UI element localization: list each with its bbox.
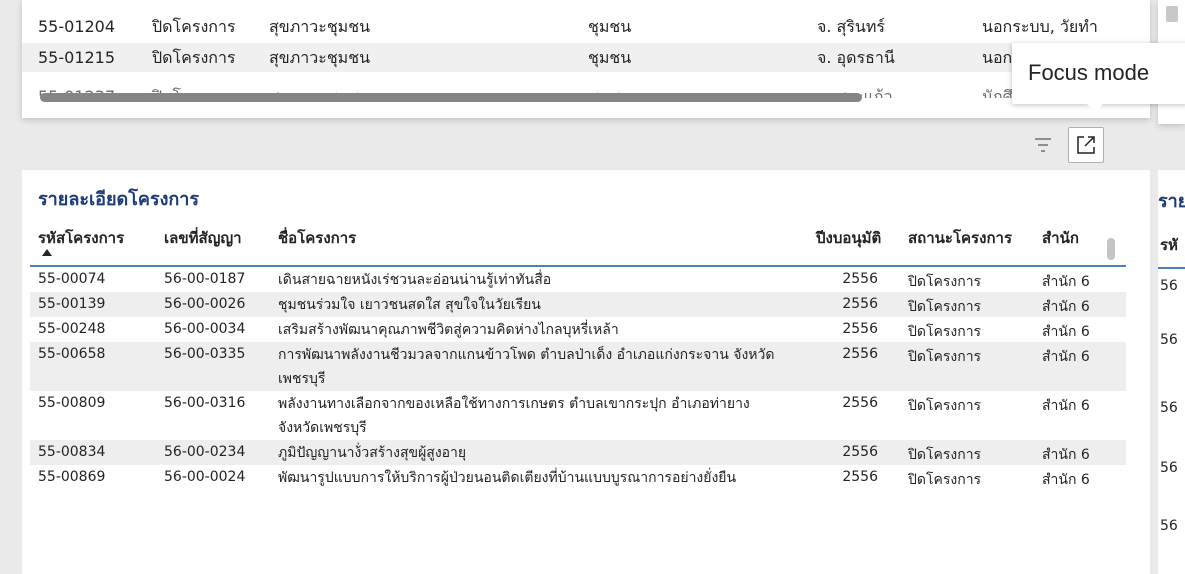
project-code-cell: 55-01215	[38, 48, 116, 67]
project-details-visual: รายละเอียดโครงการ รหัสโครงการ เลขที่สัญญ…	[22, 170, 1150, 574]
column-header-code[interactable]: รหัสโครงการ	[38, 226, 124, 250]
province-cell: จ. สุรินทร์	[817, 17, 885, 36]
tooltip-arrow	[1086, 103, 1104, 112]
project-name-cell: การพัฒนาพลังงานชีวมวลจากแกนข้าวโพด ตำบลป…	[278, 347, 775, 387]
year-cell: 2556	[842, 444, 878, 460]
table-row[interactable]: 55-00809 56-00-0316 พลังงานทางเลือกจากขอ…	[30, 391, 1126, 440]
project-code-cell: 55-00809	[38, 395, 106, 411]
project-name-cell: พลังงานทางเลือกจากของเหลือใช้ทางการเกษตร…	[278, 396, 750, 436]
year-cell: 2556	[842, 321, 878, 337]
column-header-code[interactable]: รหั	[1160, 233, 1178, 257]
contract-cell: 56-00-0187	[164, 271, 246, 287]
focus-mode-tooltip: Focus mode	[1012, 43, 1185, 104]
project-name-cell: ภูมิปัญญานาง้่วสร้างสุขผู้สูงอายุ	[278, 445, 467, 461]
project-name-cell: ชุมชนร่วมใจ เยาวชนสดใส สุขใจในวัยเรียน	[278, 297, 541, 313]
type-cell: นอกระบบ, วัยทำ	[982, 17, 1098, 36]
contract-cell: 56-00-0234	[164, 444, 246, 460]
status-cell: ปิดโครงการ	[908, 349, 982, 365]
status-cell: ปิดโครงการ	[152, 48, 236, 67]
plan-cell: สุขภาวะชุมชน	[269, 17, 371, 36]
table-row[interactable]: 55-00074 56-00-0187 เดินสายฉายหนังเร่ชวน…	[30, 267, 1126, 292]
plan-cell: สุขภาวะชุมชน	[269, 48, 371, 67]
project-code-cell: 55-01204	[38, 17, 116, 36]
project-name-cell: พัฒนารูปแบบการให้บริการผู้ป่วยนอนติดเตีย…	[278, 470, 737, 486]
cell: 56	[1160, 332, 1178, 348]
office-cell: สำนัก 6	[1042, 398, 1090, 414]
table-header: รหัสโครงการ เลขที่สัญญา ชื่อโครงการ ปีงบ…	[30, 220, 1126, 267]
year-cell: 2556	[842, 296, 878, 312]
status-cell: ปิดโครงการ	[908, 299, 982, 315]
cell: 56	[1160, 460, 1178, 476]
contract-cell: 56-00-0335	[164, 346, 246, 362]
table-row[interactable]: 55-01204 ปิดโครงการ สุขภาวะชุมชน ชุมชน จ…	[22, 12, 1150, 41]
year-cell: 2556	[842, 395, 878, 411]
status-cell: ปิดโครงการ	[908, 398, 982, 414]
column-header-year[interactable]: ปีงบอนุมัติ	[816, 226, 881, 250]
year-cell: 2556	[842, 271, 878, 287]
contract-cell: 56-00-0316	[164, 395, 246, 411]
contract-cell: 56-00-0024	[164, 469, 246, 485]
cell: 56	[1160, 278, 1178, 294]
column-header-contract[interactable]: เลขที่สัญญา	[164, 226, 242, 250]
table-row[interactable]: 55-00248 56-00-0034 เสริมสร้างพัฒนาคุณภา…	[30, 317, 1126, 342]
status-cell: ปิดโครงการ	[908, 447, 982, 463]
table-body: 55-00074 56-00-0187 เดินสายฉายหนังเร่ชวน…	[30, 267, 1126, 514]
office-cell: สำนัก 6	[1042, 349, 1090, 365]
scroll-thumb[interactable]	[1166, 6, 1178, 22]
project-code-cell: 55-00834	[38, 444, 106, 460]
type-cell: นอก	[982, 48, 1013, 67]
status-cell: ปิดโครงการ	[152, 17, 236, 36]
year-cell: 2556	[842, 346, 878, 362]
year-cell: 2556	[842, 469, 878, 485]
column-header-name[interactable]: ชื่อโครงการ	[278, 226, 356, 250]
project-name-cell: เดินสายฉายหนังเร่ชวนละอ่อนน่านรู้เท่าทัน…	[278, 272, 552, 288]
province-cell: จ. อุดรธานี	[817, 48, 895, 67]
focus-mode-icon	[1077, 136, 1095, 154]
cell: 56	[1160, 400, 1178, 416]
office-cell: สำนัก 6	[1042, 472, 1090, 488]
right-partial-visual: รายล รหั 56 56 56 56 56	[1158, 170, 1185, 574]
table-row[interactable]: 55-00658 56-00-0335 การพัฒนาพลังงานชีวมว…	[30, 342, 1126, 391]
vertical-scrollbar[interactable]	[1107, 238, 1115, 260]
column-header-status[interactable]: สถานะโครงการ	[908, 226, 1012, 250]
project-code-cell: 55-00248	[38, 321, 106, 337]
visual-title: รายล	[1158, 191, 1185, 212]
area-cell: ชุมชน	[588, 17, 632, 36]
visual-title: รายละเอียดโครงการ	[38, 189, 200, 210]
project-code-cell: 55-00869	[38, 469, 106, 485]
office-cell: สำนัก 6	[1042, 447, 1090, 463]
office-cell: สำนัก 6	[1042, 274, 1090, 290]
contract-cell: 56-00-0034	[164, 321, 246, 337]
status-cell: ปิดโครงการ	[908, 324, 982, 340]
status-cell: ปิดโครงการ	[908, 274, 982, 290]
table-row[interactable]: 55-00869 56-00-0024 พัฒนารูปแบบการให้บริ…	[30, 465, 1126, 514]
cell: 56	[1160, 518, 1178, 534]
office-cell: สำนัก 6	[1042, 299, 1090, 315]
focus-mode-button[interactable]	[1068, 127, 1104, 163]
project-code-cell: 55-00658	[38, 346, 106, 362]
sort-ascending-icon	[42, 249, 52, 256]
office-cell: สำนัก 6	[1042, 324, 1090, 340]
filter-button[interactable]	[1025, 127, 1061, 163]
project-code-cell: 55-00139	[38, 296, 106, 312]
project-name-cell: เสริมสร้างพัฒนาคุณภาพชีวิตสู่ความคิดห่าง…	[278, 322, 619, 338]
column-header-office[interactable]: สำนัก	[1042, 226, 1079, 250]
contract-cell: 56-00-0026	[164, 296, 246, 312]
status-cell: ปิดโครงการ	[908, 472, 982, 488]
project-code-cell: 55-00074	[38, 271, 106, 287]
table-row[interactable]: 55-00139 56-00-0026 ชุมชนร่วมใจ เยาวชนสด…	[30, 292, 1126, 317]
table-row[interactable]: 55-01215 ปิดโครงการ สุขภาวะชุมชน ชุมชน จ…	[22, 43, 1150, 72]
type-cell: นักศึ	[982, 87, 1013, 98]
filter-icon	[1035, 138, 1051, 152]
header-divider	[1158, 267, 1185, 269]
table-row[interactable]: 55-00834 56-00-0234 ภูมิปัญญานาง้่วสร้าง…	[30, 440, 1126, 465]
horizontal-scrollbar[interactable]	[40, 93, 862, 102]
area-cell: ชุมชน	[588, 48, 632, 67]
top-table-visual: 55-01204 ปิดโครงการ สุขภาวะชุมชน ชุมชน จ…	[22, 0, 1150, 118]
